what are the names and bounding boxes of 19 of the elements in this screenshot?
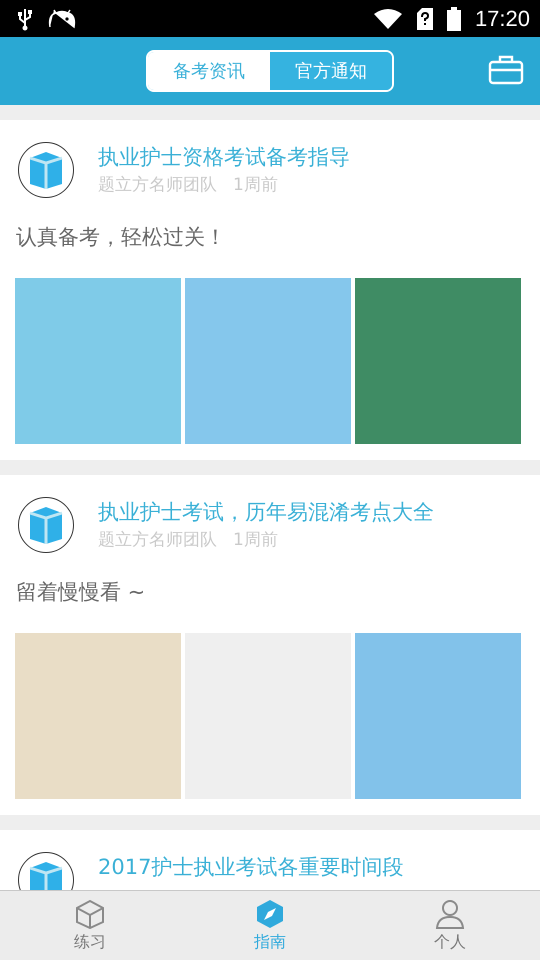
clock-time: 17:20 (474, 6, 530, 32)
person-icon (435, 898, 465, 928)
nav-tab[interactable]: 个人 (360, 891, 540, 960)
compass-icon (255, 898, 285, 928)
briefcase-icon[interactable] (488, 55, 524, 85)
usb-icon (16, 6, 34, 30)
cube-icon (75, 898, 105, 928)
battery-icon (446, 6, 461, 30)
tab[interactable]: 备考资讯 (148, 52, 270, 90)
tab[interactable]: 官方通知 (270, 52, 392, 90)
nav-tab[interactable]: 练习 (0, 891, 180, 960)
android-icon (48, 8, 76, 28)
article-title[interactable]: 执业护士资格考试备考指导 (98, 142, 350, 172)
wifi-icon (372, 8, 403, 30)
article-summary: 留着慢慢看 ~ (16, 579, 146, 606)
article-summary: 认真备考，轻松过关！ (16, 224, 227, 251)
nav-tab[interactable]: 指南 (180, 891, 360, 960)
sim-card-icon (416, 8, 433, 30)
article-title[interactable]: 执业护士考试，历年易混淆考点大全 (98, 497, 434, 527)
